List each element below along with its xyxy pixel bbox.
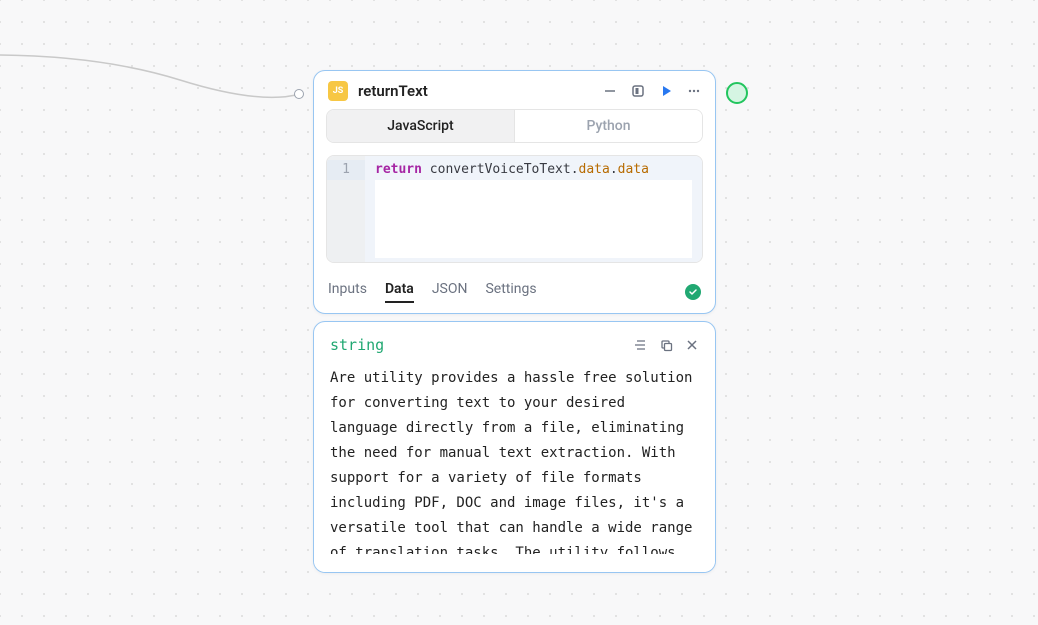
bottom-tab-row: Inputs Data JSON Settings: [314, 275, 715, 313]
output-type-label: string: [330, 336, 384, 354]
code-keyword: return: [375, 162, 422, 177]
code-node: JS returnText JavaScript Python 1 return…: [313, 70, 716, 314]
play-icon[interactable]: [659, 84, 673, 98]
language-tabs: JavaScript Python: [326, 109, 703, 143]
code-body[interactable]: return convertVoiceToText.data.data: [365, 156, 702, 262]
minimize-icon[interactable]: [603, 84, 617, 98]
output-port[interactable]: [726, 82, 748, 104]
output-text: Are utility provides a hassle free solut…: [330, 366, 699, 573]
tab-json[interactable]: JSON: [432, 281, 468, 303]
gutter: 1: [327, 156, 365, 262]
copy-icon[interactable]: [659, 338, 673, 352]
code-identifier: convertVoiceToText: [430, 162, 571, 177]
code-editor[interactable]: 1 return convertVoiceToText.data.data: [326, 155, 703, 263]
more-icon[interactable]: [687, 84, 701, 98]
output-panel: string Are u: [313, 321, 716, 573]
tab-python[interactable]: Python: [514, 110, 702, 142]
js-icon: JS: [328, 81, 348, 101]
layout-icon[interactable]: [631, 84, 645, 98]
tab-settings[interactable]: Settings: [485, 281, 536, 303]
tab-inputs[interactable]: Inputs: [328, 281, 367, 303]
input-port[interactable]: [294, 89, 304, 99]
node-title: returnText: [358, 82, 593, 100]
list-icon[interactable]: [633, 338, 647, 352]
code-prop: data: [618, 162, 649, 177]
node-header: JS returnText: [314, 71, 715, 109]
code-prop: data: [579, 162, 610, 177]
tab-data[interactable]: Data: [385, 281, 414, 303]
line-number: 1: [327, 160, 365, 180]
tab-javascript[interactable]: JavaScript: [327, 110, 514, 142]
close-icon[interactable]: [685, 338, 699, 352]
connector-edge: [0, 0, 320, 120]
status-success-icon: [685, 284, 701, 300]
